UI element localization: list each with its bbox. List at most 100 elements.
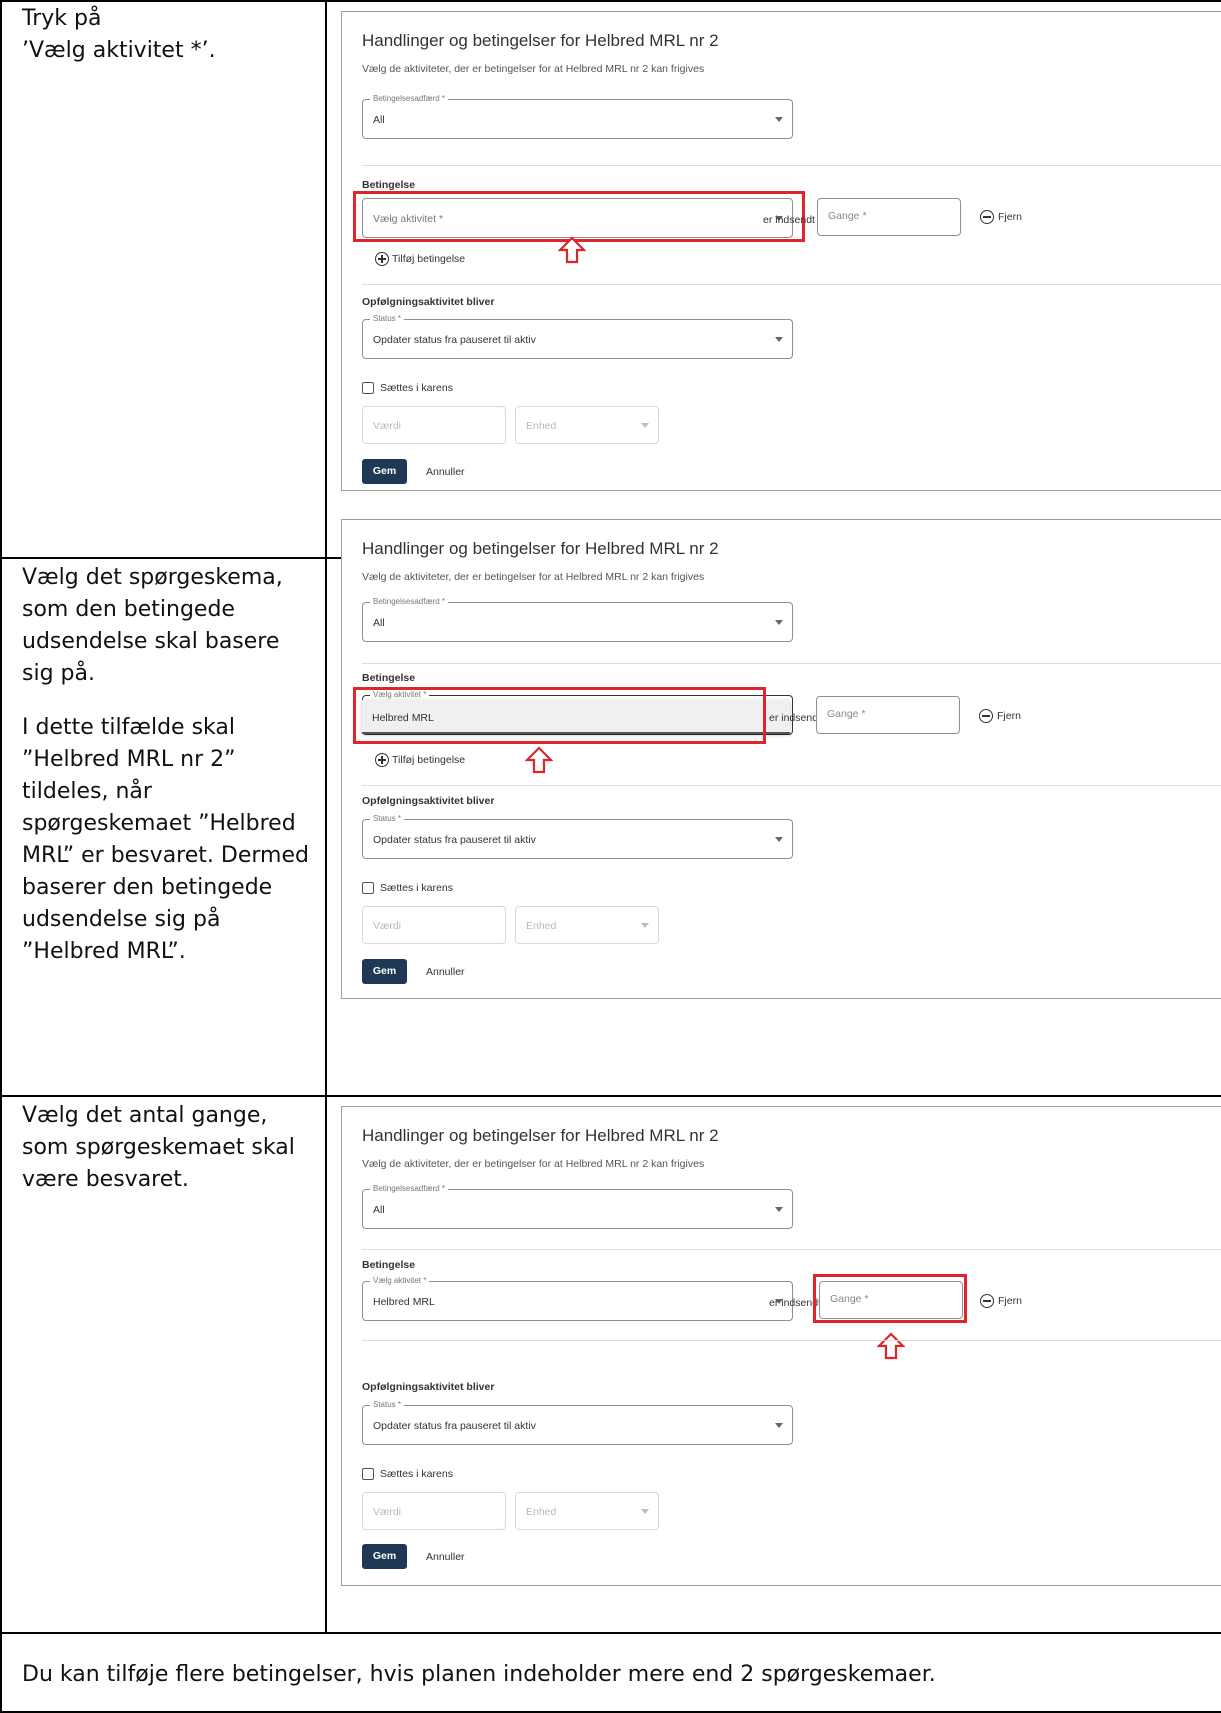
value-placeholder: Værdi: [373, 420, 402, 432]
checkbox-icon: [362, 382, 374, 395]
behavior-select[interactable]: Betingelsesadfærd * All: [362, 1184, 793, 1229]
remove-button[interactable]: Fjern: [979, 709, 1021, 723]
panel-title: Handlinger og betingelser for Helbred MR…: [362, 539, 719, 558]
screenshot-panel-3: Handlinger og betingelser for Helbred MR…: [341, 1106, 1221, 1586]
instruction-step-1: Tryk på ’Vælg aktivitet *’.: [22, 3, 312, 67]
activity-value: Helbred MRL: [373, 1296, 435, 1308]
karens-checkbox[interactable]: Sættes i karens: [362, 382, 453, 395]
divider: [362, 785, 1221, 786]
remove-label: Fjern: [998, 1294, 1022, 1307]
karens-label: Sættes i karens: [380, 382, 453, 394]
behavior-label: Betingelsesadfærd *: [370, 1184, 449, 1194]
remove-button[interactable]: Fjern: [980, 210, 1022, 224]
save-button[interactable]: Gem: [362, 1544, 407, 1569]
behavior-select[interactable]: Betingelsesadfærd * All: [362, 94, 793, 139]
divider: [362, 663, 1221, 664]
chevron-down-icon: [775, 1207, 783, 1212]
chevron-down-icon: [775, 117, 783, 122]
unit-select[interactable]: Enhed: [515, 906, 659, 944]
panel-title: Handlinger og betingelser for Helbred MR…: [362, 1126, 719, 1145]
behavior-label: Betingelsesadfærd *: [370, 597, 449, 607]
highlight-box: [813, 1274, 967, 1323]
minus-circle-icon: [980, 1294, 994, 1308]
table-border-top: [0, 0, 1221, 2]
submitted-text: er indsendt: [769, 712, 821, 724]
karens-checkbox[interactable]: Sættes i karens: [362, 882, 453, 895]
instruction-step-2: Vælg det spørgeskema, som den betingede …: [22, 562, 312, 968]
status-select[interactable]: Status * Opdater status fra pauseret til…: [362, 314, 793, 359]
add-condition-button[interactable]: Tilføj betingelse: [375, 252, 465, 266]
divider: [362, 165, 1221, 166]
chevron-down-icon: [641, 423, 649, 428]
chevron-down-icon: [775, 620, 783, 625]
unit-placeholder: Enhed: [526, 920, 557, 932]
count-placeholder: Gange *: [827, 708, 866, 720]
chevron-down-icon: [641, 923, 649, 928]
table-row-divider-3: [0, 1632, 1221, 1634]
status-value: Opdater status fra pauseret til aktiv: [373, 834, 536, 846]
instruction-step-3: Vælg det antal gange, som spørgeskemaet …: [22, 1100, 312, 1196]
condition-heading: Betingelse: [362, 672, 416, 684]
panel-subtitle: Vælg de aktiviteter, der er betingelser …: [362, 571, 705, 583]
add-condition-label: Tilføj betingelse: [392, 252, 466, 265]
remove-label: Fjern: [998, 210, 1022, 223]
panel-subtitle: Vælg de aktiviteter, der er betingelser …: [362, 1158, 705, 1170]
plus-circle-icon: [375, 753, 389, 767]
count-input[interactable]: Gange *: [817, 198, 961, 236]
cancel-button[interactable]: Annuller: [426, 466, 465, 478]
unit-placeholder: Enhed: [526, 420, 557, 432]
minus-circle-icon: [979, 709, 993, 723]
value-placeholder: Værdi: [373, 920, 402, 932]
status-value: Opdater status fra pauseret til aktiv: [373, 334, 536, 346]
checkbox-icon: [362, 1468, 374, 1481]
remove-label: Fjern: [997, 709, 1021, 722]
value-input[interactable]: Værdi: [362, 406, 506, 444]
divider: [362, 1249, 1221, 1250]
cancel-button[interactable]: Annuller: [426, 1551, 465, 1563]
instruction-text: ’Vælg aktivitet *’.: [22, 38, 216, 63]
screenshot-panel-1: Handlinger og betingelser for Helbred MR…: [341, 11, 1221, 491]
status-value: Opdater status fra pauseret til aktiv: [373, 1420, 536, 1432]
status-select[interactable]: Status * Opdater status fra pauseret til…: [362, 1400, 793, 1445]
behavior-value: All: [373, 114, 385, 126]
karens-label: Sættes i karens: [380, 1468, 453, 1480]
karens-checkbox[interactable]: Sættes i karens: [362, 1468, 453, 1481]
minus-circle-icon: [980, 210, 994, 224]
plus-circle-icon: [375, 252, 389, 266]
table-column-divider: [325, 0, 327, 1634]
chevron-down-icon: [775, 337, 783, 342]
footer-note: Du kan tilføje flere betingelser, hvis p…: [22, 1662, 936, 1687]
chevron-down-icon: [641, 1509, 649, 1514]
add-condition-button[interactable]: Tilføj betingelse: [375, 753, 465, 767]
arrow-up-icon: [525, 746, 553, 774]
panel-title: Handlinger og betingelser for Helbred MR…: [362, 31, 719, 50]
condition-heading: Betingelse: [362, 179, 416, 191]
status-label: Status *: [370, 1400, 405, 1410]
unit-select[interactable]: Enhed: [515, 406, 659, 444]
behavior-label: Betingelsesadfærd *: [370, 94, 449, 104]
behavior-select[interactable]: Betingelsesadfærd * All: [362, 597, 793, 642]
remove-button[interactable]: Fjern: [980, 1294, 1022, 1308]
save-button[interactable]: Gem: [362, 959, 407, 984]
save-button[interactable]: Gem: [362, 459, 407, 484]
panel-subtitle: Vælg de aktiviteter, der er betingelser …: [362, 63, 705, 75]
cancel-button[interactable]: Annuller: [426, 966, 465, 978]
table-row-divider-2: [0, 1095, 1221, 1097]
table-border-left: [0, 0, 2, 1713]
behavior-value: All: [373, 617, 385, 629]
divider: [362, 284, 1221, 285]
arrow-up-icon: [877, 1332, 905, 1360]
unit-placeholder: Enhed: [526, 1506, 557, 1518]
activity-select[interactable]: Vælg aktivitet * Helbred MRL: [362, 1276, 793, 1321]
value-input[interactable]: Værdi: [362, 906, 506, 944]
count-input[interactable]: Gange *: [816, 696, 960, 734]
instruction-text: Vælg det antal gange, som spørgeskemaet …: [22, 1103, 295, 1192]
arrow-up-icon: [558, 236, 586, 264]
add-condition-label: Tilføj betingelse: [392, 753, 466, 766]
condition-heading: Betingelse: [362, 1259, 416, 1271]
chevron-down-icon: [775, 837, 783, 842]
status-select[interactable]: Status * Opdater status fra pauseret til…: [362, 814, 793, 859]
value-input[interactable]: Værdi: [362, 1492, 506, 1530]
karens-label: Sættes i karens: [380, 882, 453, 894]
unit-select[interactable]: Enhed: [515, 1492, 659, 1530]
